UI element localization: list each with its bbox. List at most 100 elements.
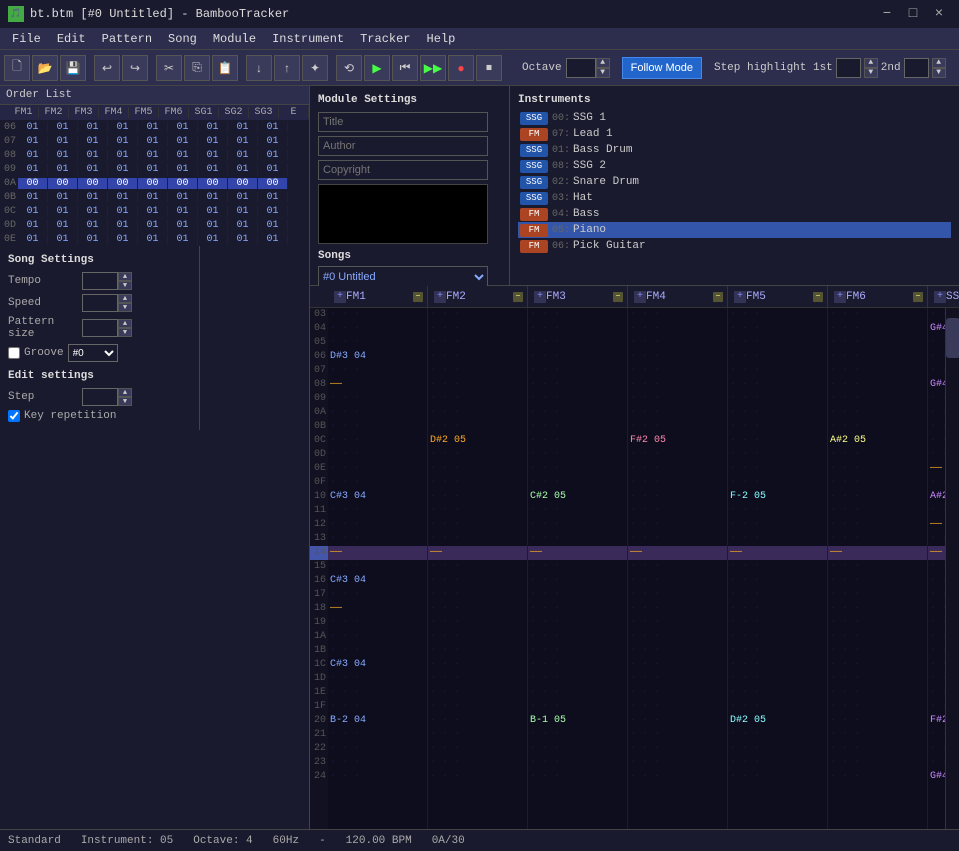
track-cell[interactable]: · · · — [528, 322, 627, 336]
track-cell[interactable]: · · · — [728, 518, 827, 532]
track-cell[interactable]: · · · — [428, 630, 527, 644]
track-cell[interactable]: · · · — [828, 350, 927, 364]
track-cell[interactable]: · · · — [928, 742, 945, 756]
songs-select[interactable]: #0 Untitled — [318, 266, 488, 288]
track-cell[interactable]: B-2 04 — [328, 714, 427, 728]
minimize-button[interactable]: − — [875, 4, 899, 24]
track-cell[interactable]: D#3 04 — [328, 350, 427, 364]
track-header-fm1[interactable]: +FM1− — [328, 286, 428, 308]
track-cell[interactable]: · · · — [328, 728, 427, 742]
step-input[interactable]: 1 — [82, 388, 118, 406]
track-cell[interactable]: · · · — [428, 644, 527, 658]
track-cell[interactable]: B-1 05 — [528, 714, 627, 728]
track-cell[interactable]: · · · — [628, 420, 727, 434]
track-cell[interactable]: · · · — [528, 588, 627, 602]
track-cell[interactable]: · · · — [328, 700, 427, 714]
save-button[interactable]: 💾 — [60, 55, 86, 81]
track-cell[interactable]: · · · — [328, 322, 427, 336]
track-cell[interactable]: · · · — [428, 770, 527, 784]
track-cell[interactable]: · · · — [828, 742, 927, 756]
track-add-channel-button[interactable]: + — [334, 291, 346, 303]
track-cell[interactable]: · · · — [828, 518, 927, 532]
track-header-fm6[interactable]: +FM6− — [828, 286, 928, 308]
track-cell[interactable]: · · · — [528, 462, 627, 476]
track-cell[interactable]: · · · — [728, 560, 827, 574]
track-cell[interactable]: · · · — [328, 434, 427, 448]
track-cell[interactable]: · · · — [728, 434, 827, 448]
track-cell[interactable]: · · · — [728, 392, 827, 406]
track-cell[interactable]: · · · — [728, 574, 827, 588]
track-cell[interactable]: · · · — [828, 672, 927, 686]
track-cell[interactable]: · · · — [928, 420, 945, 434]
track-header-ssg1[interactable]: +SSG1− — [928, 286, 959, 308]
track-cell[interactable]: · · · — [628, 322, 727, 336]
track-add-channel-button[interactable]: + — [434, 291, 446, 303]
track-cell[interactable]: · · · — [628, 602, 727, 616]
track-cell[interactable]: · · · — [628, 504, 727, 518]
track-cell[interactable]: · · · — [328, 770, 427, 784]
track-cell[interactable]: · · · — [728, 476, 827, 490]
tempo-down[interactable]: ▼ — [118, 281, 132, 290]
track-cell[interactable]: · · · — [528, 602, 627, 616]
rewind-button[interactable]: ⏮ — [392, 55, 418, 81]
track-cell[interactable]: · · · — [828, 588, 927, 602]
track-cell[interactable]: · · · — [428, 448, 527, 462]
track-cell[interactable]: · · · — [528, 756, 627, 770]
track-cell[interactable]: · · · — [628, 630, 727, 644]
track-cell[interactable]: · · · — [728, 700, 827, 714]
track-remove-channel-button[interactable]: − — [713, 292, 723, 302]
track-cell[interactable]: · · · — [828, 490, 927, 504]
track-cell[interactable]: · · · — [428, 504, 527, 518]
track-cell[interactable]: · · · — [728, 644, 827, 658]
track-cell[interactable]: · · · — [728, 336, 827, 350]
track-cell[interactable]: · · · — [528, 770, 627, 784]
menu-item-pattern[interactable]: Pattern — [94, 30, 160, 48]
track-cell[interactable]: · · · — [528, 336, 627, 350]
track-cell[interactable]: · · · — [928, 504, 945, 518]
track-cell[interactable]: · · · — [428, 728, 527, 742]
track-cell[interactable]: · · · — [828, 770, 927, 784]
track-header-fm3[interactable]: +FM3− — [528, 286, 628, 308]
step-down[interactable]: ▼ — [118, 397, 132, 406]
track-cell[interactable]: · · · — [328, 420, 427, 434]
track-cell[interactable]: —— — [828, 546, 927, 560]
track-add-channel-button[interactable]: + — [934, 291, 946, 303]
track-cell[interactable]: · · · — [328, 756, 427, 770]
track-cell[interactable]: · · · — [428, 616, 527, 630]
track-cell[interactable]: F-2 05 — [728, 490, 827, 504]
track-add-channel-button[interactable]: + — [734, 291, 746, 303]
order-row[interactable]: 0E010101010101010101 — [0, 232, 309, 246]
track-remove-channel-button[interactable]: − — [413, 292, 423, 302]
track-cell[interactable]: · · · — [928, 336, 945, 350]
track-cell[interactable]: · · · — [928, 630, 945, 644]
track-cell[interactable]: · · · — [528, 448, 627, 462]
track-cell[interactable]: · · · — [428, 420, 527, 434]
cut-button[interactable]: ✂ — [156, 55, 182, 81]
track-cell[interactable]: · · · — [628, 462, 727, 476]
track-cell[interactable]: · · · — [828, 336, 927, 350]
note-up-button[interactable]: ↑ — [274, 55, 300, 81]
track-cell[interactable]: · · · — [728, 602, 827, 616]
track-cell[interactable]: · · · — [328, 504, 427, 518]
record-button[interactable]: ● — [448, 55, 474, 81]
track-cell[interactable]: · · · — [528, 630, 627, 644]
track-cell[interactable]: · · · — [428, 560, 527, 574]
track-cell[interactable]: · · · — [428, 392, 527, 406]
track-cell[interactable]: · · · — [828, 364, 927, 378]
track-cell[interactable]: · · · — [428, 378, 527, 392]
track-cell[interactable]: · · · — [828, 378, 927, 392]
track-cell[interactable]: · · · — [928, 308, 945, 322]
track-cell[interactable]: · · · — [928, 476, 945, 490]
track-cell[interactable]: · · · — [628, 350, 727, 364]
track-cell[interactable]: —— — [628, 546, 727, 560]
track-cell[interactable]: · · · — [628, 686, 727, 700]
track-cell[interactable]: —— — [928, 518, 945, 532]
track-cell[interactable]: · · · — [628, 756, 727, 770]
track-cell[interactable]: · · · — [528, 392, 627, 406]
track-cell[interactable]: · · · — [828, 644, 927, 658]
track-cell[interactable]: · · · — [328, 448, 427, 462]
play-button[interactable]: ▶ — [364, 55, 390, 81]
track-cell[interactable]: · · · — [428, 658, 527, 672]
sh1-up[interactable]: ▲ — [864, 58, 878, 68]
step-up[interactable]: ▲ — [118, 388, 132, 397]
